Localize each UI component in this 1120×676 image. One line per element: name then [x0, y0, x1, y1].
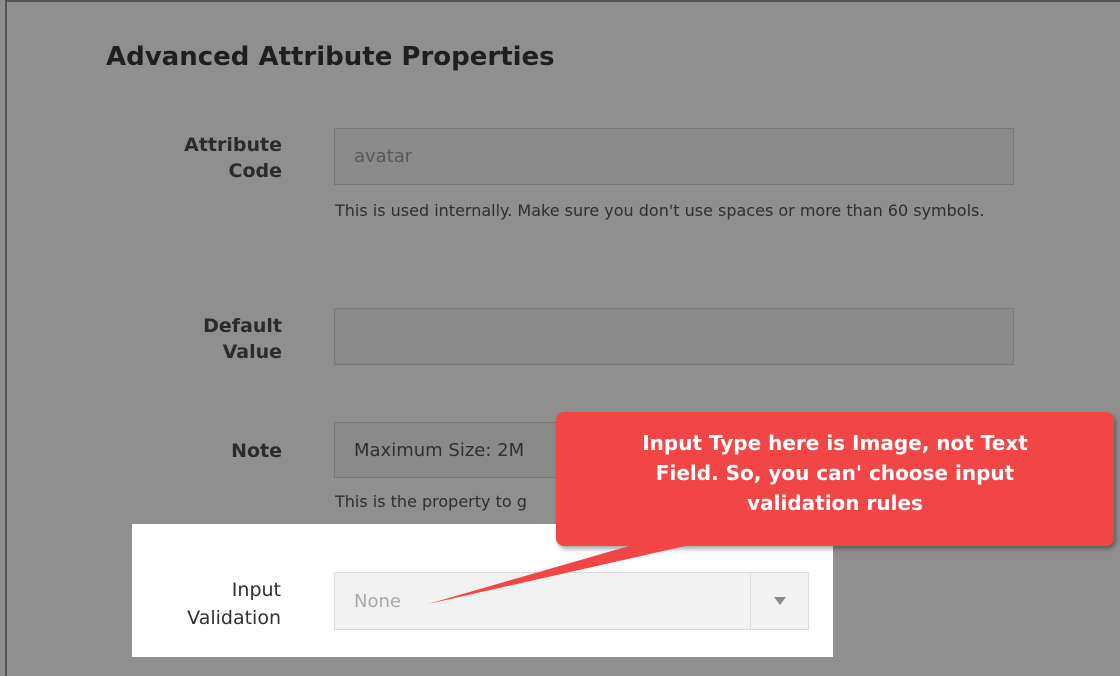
attribute-code-input[interactable]: avatar: [334, 128, 1014, 185]
attribute-code-hint: This is used internally. Make sure you d…: [335, 201, 985, 220]
default-value-label-line2: Value: [222, 341, 282, 363]
input-validation-label: Input Validation: [132, 576, 281, 632]
attribute-code-label-line1: Attribute: [184, 134, 282, 156]
note-label: Note: [231, 440, 282, 462]
default-value-label-line1: Default: [203, 315, 282, 337]
input-validation-select[interactable]: None: [334, 572, 809, 630]
attribute-code-label-line2: Code: [228, 160, 282, 182]
triangle-down-icon[interactable]: [750, 573, 808, 629]
note-input[interactable]: Maximum Size: 2M: [334, 422, 564, 478]
default-value-input[interactable]: [334, 308, 1014, 365]
section-title: Advanced Attribute Properties: [106, 42, 555, 72]
attribute-code-label: Attribute Code: [104, 132, 282, 184]
input-validation-label-line2: Validation: [187, 607, 281, 629]
default-value-label: Default Value: [104, 313, 282, 365]
note-hint: This is the property to g: [335, 492, 527, 511]
attribute-code-value: avatar: [354, 146, 413, 167]
callout-bubble: Input Type here is Image, not Text Field…: [556, 412, 1114, 546]
input-validation-selected: None: [354, 590, 401, 612]
input-validation-label-line1: Input: [231, 579, 281, 601]
note-value: Maximum Size: 2M: [354, 439, 525, 461]
callout-text: Input Type here is Image, not Text Field…: [642, 431, 1028, 515]
